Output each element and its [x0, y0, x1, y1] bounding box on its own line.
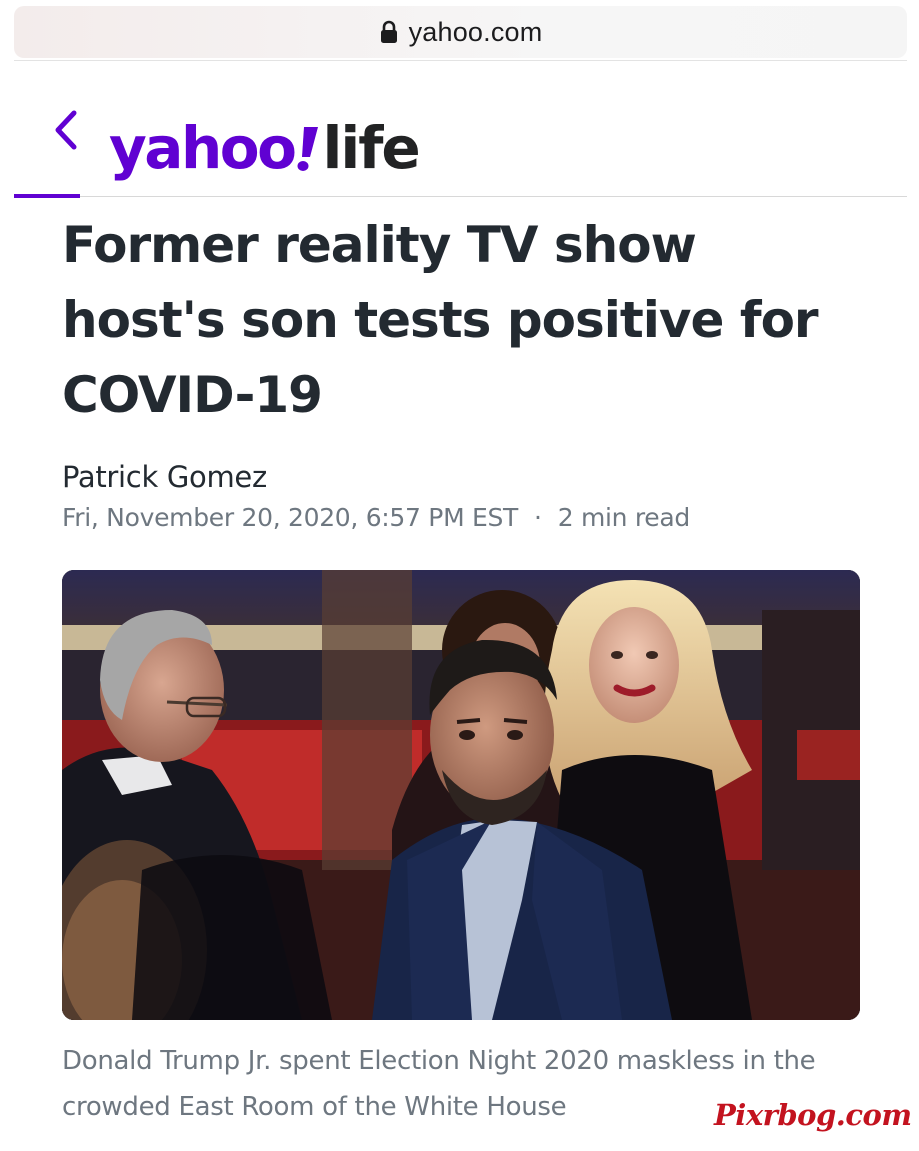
logo-life-text: life	[322, 114, 420, 182]
photo-illustration	[62, 570, 860, 1020]
chevron-left-icon[interactable]	[48, 105, 84, 155]
yahoo-life-logo[interactable]: yahoo life	[109, 87, 421, 182]
article-photo[interactable]	[62, 570, 860, 1020]
author-name[interactable]: Patrick Gomez	[62, 460, 267, 494]
read-time: 2 min read	[557, 503, 691, 532]
publish-date: Fri, November 20, 2020, 6:57 PM EST	[62, 503, 519, 532]
logo-yahoo-text: yahoo	[109, 114, 297, 182]
header-accent-bar	[14, 194, 80, 198]
logo-exclamation-mark	[297, 127, 319, 171]
address-bar[interactable]: yahoo.com	[14, 6, 907, 58]
url-text: yahoo.com	[408, 16, 543, 47]
site-header: yahoo life	[0, 85, 919, 185]
header-divider	[14, 196, 907, 197]
article-headline: Former reality TV show host's son tests …	[62, 216, 819, 424]
meta-separator: ·	[534, 503, 542, 532]
address-bar-divider	[14, 60, 907, 61]
article-meta: Fri, November 20, 2020, 6:57 PM EST · 2 mi…	[62, 503, 690, 532]
lock-icon	[380, 20, 397, 43]
watermark: Pixrbog.com	[714, 1098, 912, 1132]
